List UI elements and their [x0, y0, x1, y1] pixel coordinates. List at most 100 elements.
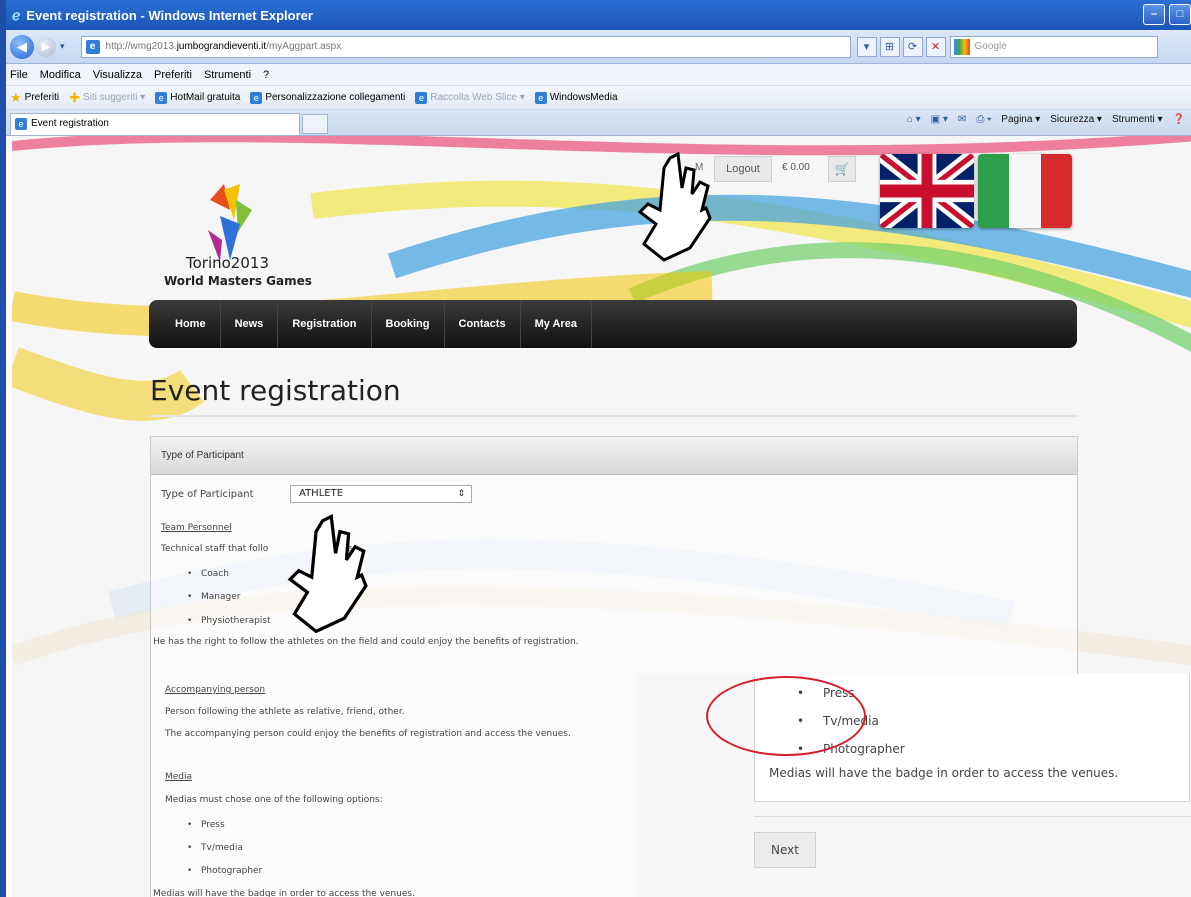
- favorites-bar: ★ Preferiti ✚ Siti suggeriti ▾ e HotMail gr…: [6, 86, 1191, 110]
- cart-amount: € 0.00: [782, 162, 810, 173]
- nav-news[interactable]: News: [221, 300, 279, 348]
- url-path: /myAggpart.aspx: [266, 40, 342, 52]
- zoom-media-note: Medias will have the badge in order to a…: [769, 766, 1119, 780]
- zoom-divider: [754, 816, 1191, 817]
- nav-booking[interactable]: Booking: [372, 300, 445, 348]
- select-value: ATHLETE: [299, 488, 344, 499]
- title-divider: [150, 415, 1078, 417]
- home-icon[interactable]: ⌂ ▾: [907, 114, 921, 125]
- ie-page-icon: e: [15, 118, 27, 130]
- ie-page-icon: e: [155, 91, 168, 104]
- uk-flag-icon[interactable]: [880, 154, 974, 228]
- media-intro: Medias must chose one of the following o…: [165, 795, 383, 805]
- page-icon: e: [85, 39, 100, 54]
- tab-event-registration[interactable]: e Event registration: [10, 113, 300, 135]
- page-title: Event registration: [150, 374, 401, 407]
- fav-label: Raccolta Web Slice ▾: [430, 92, 525, 103]
- accompanying-line2: The accompanying person could enjoy the …: [165, 729, 571, 739]
- list-item: Coach: [187, 569, 229, 579]
- maximize-button[interactable]: □: [1169, 4, 1191, 25]
- type-label: Type of Participant: [161, 489, 254, 500]
- list-item: Press: [187, 820, 225, 830]
- accompanying-title: Accompanying person: [165, 685, 266, 695]
- ie-page-icon: e: [415, 91, 428, 104]
- favorites-button[interactable]: ★ Preferiti: [10, 90, 59, 106]
- star-icon: ★: [10, 89, 22, 105]
- cart-icon[interactable]: 🛒: [828, 156, 856, 182]
- list-item: Photographer: [187, 866, 262, 876]
- list-item: Physiotherapist: [187, 616, 270, 626]
- customize-links-link[interactable]: e Personalizzazione collegamenti: [250, 91, 406, 104]
- history-dropdown-icon[interactable]: ▾: [60, 41, 65, 52]
- new-tab-button[interactable]: [302, 114, 328, 134]
- page-menu[interactable]: Pagina ▾: [1001, 114, 1040, 125]
- nav-home[interactable]: Home: [161, 300, 221, 348]
- team-intro: Technical staff that follo: [161, 544, 269, 554]
- windowsmedia-link[interactable]: e WindowsMedia: [534, 91, 618, 104]
- command-bar: ⌂ ▾ ▣ ▾ ✉ ⎙ ▾ Pagina ▾ Sicurezza ▾ Strum…: [907, 114, 1185, 125]
- fav-label: WindowsMedia: [549, 92, 618, 103]
- web-slice-link[interactable]: e Raccolta Web Slice ▾: [415, 91, 525, 104]
- nav-my-area[interactable]: My Area: [521, 300, 592, 348]
- window-title: Event registration - Windows Internet Ex…: [26, 7, 313, 23]
- logo-title: Torino2013: [186, 254, 269, 272]
- logo-subtitle: World Masters Games: [164, 274, 312, 288]
- title-bar: ℯ Event registration - Windows Internet …: [6, 0, 1191, 30]
- browser-window: ℯ Event registration - Windows Internet …: [0, 0, 1191, 897]
- list-item: Tv/media: [187, 843, 243, 853]
- logout-button[interactable]: Logout: [714, 156, 772, 182]
- media-title: Media: [165, 772, 193, 782]
- google-icon: [953, 38, 970, 55]
- stop-icon[interactable]: ✕: [925, 36, 946, 57]
- compatibility-icon[interactable]: ⊞: [879, 36, 900, 57]
- suggested-sites-link[interactable]: ✚ Siti suggeriti ▾: [69, 90, 145, 106]
- menu-bar: File Modifica Visualizza Preferiti Strum…: [6, 64, 1191, 86]
- url-field[interactable]: e http://wmg2013.jumbograndieventi.it/my…: [80, 35, 851, 58]
- fav-label: HotMail gratuita: [170, 92, 241, 103]
- select-arrow-icon: ⇕: [457, 489, 465, 499]
- menu-tools[interactable]: Strumenti: [204, 69, 251, 81]
- list-item: Manager: [187, 592, 241, 602]
- ie-page-icon: e: [534, 91, 547, 104]
- minimize-button[interactable]: –: [1143, 4, 1165, 25]
- next-button[interactable]: Next: [754, 832, 816, 868]
- mail-icon[interactable]: ✉: [958, 114, 966, 125]
- back-button[interactable]: ◀: [10, 34, 34, 59]
- tools-menu[interactable]: Strumenti ▾: [1112, 114, 1163, 125]
- print-icon[interactable]: ⎙ ▾: [976, 114, 991, 125]
- main-nav: Home News Registration Booking Contacts …: [149, 300, 1077, 348]
- search-field[interactable]: Google: [949, 35, 1158, 58]
- compat-view-button[interactable]: ▾: [856, 36, 877, 57]
- accompanying-line1: Person following the athlete as relative…: [165, 707, 405, 717]
- hotmail-link[interactable]: e HotMail gratuita: [155, 91, 241, 104]
- nav-contacts[interactable]: Contacts: [445, 300, 521, 348]
- page-viewport: Torino2013 World Masters Games M Logout …: [12, 136, 1191, 897]
- media-note: Medias will have the badge in order to a…: [153, 889, 415, 897]
- ie-icon: ℯ: [12, 6, 21, 23]
- hand-cursor-icon: [637, 151, 712, 262]
- add-favorite-icon: ✚: [69, 89, 81, 105]
- menu-file[interactable]: File: [10, 69, 28, 81]
- menu-edit[interactable]: Modifica: [40, 69, 81, 81]
- italy-flag-icon[interactable]: [978, 154, 1072, 228]
- logo-mark-icon: [208, 184, 252, 262]
- address-bar: ◀ ▶ ▾ e http://wmg2013.jumbograndieventi…: [6, 30, 1191, 64]
- ie-page-icon: e: [250, 91, 263, 104]
- feeds-icon[interactable]: ▣ ▾: [931, 114, 948, 125]
- menu-help[interactable]: ?: [263, 69, 269, 81]
- url-domain: jumbograndieventi.it: [176, 40, 267, 52]
- panel-header: Type of Participant: [151, 437, 1077, 475]
- tab-bar: e Event registration ⌂ ▾ ▣ ▾ ✉ ⎙ ▾ Pagin…: [6, 110, 1191, 136]
- help-icon[interactable]: ❓: [1173, 114, 1185, 125]
- menu-view[interactable]: Visualizza: [93, 69, 142, 81]
- nav-registration[interactable]: Registration: [278, 300, 372, 348]
- fav-label: Personalizzazione collegamenti: [265, 92, 406, 103]
- refresh-icon[interactable]: ⟳: [902, 36, 923, 57]
- menu-favorites[interactable]: Preferiti: [154, 69, 192, 81]
- highlight-ellipse: [706, 676, 866, 756]
- url-prefix: http://wmg2013.: [105, 40, 177, 52]
- participant-type-select[interactable]: ATHLETE ⇕: [290, 485, 472, 503]
- forward-button[interactable]: ▶: [36, 36, 56, 57]
- tab-label: Event registration: [31, 118, 109, 129]
- safety-menu[interactable]: Sicurezza ▾: [1050, 114, 1102, 125]
